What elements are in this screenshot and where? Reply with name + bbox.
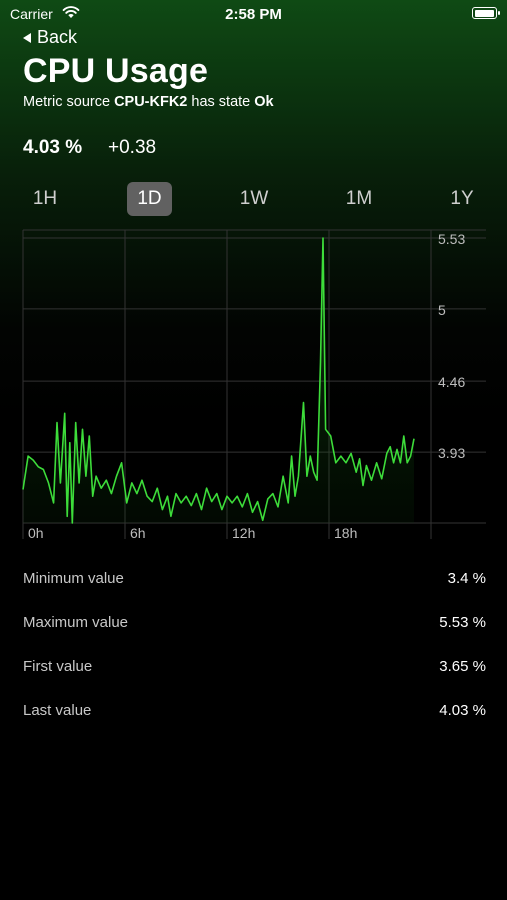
- current-value: 4.03 %: [23, 137, 83, 158]
- status-bar: Carrier 2:58 PM: [0, 0, 507, 28]
- stat-value: 5.53 %: [439, 614, 486, 631]
- stat-row-first: First value 3.65 %: [23, 650, 486, 694]
- subtitle-prefix: Metric source: [23, 94, 115, 110]
- battery-nub: [498, 11, 500, 15]
- stat-label: Last value: [23, 702, 92, 719]
- back-label: Back: [37, 27, 78, 47]
- stat-row-last: Last value 4.03 %: [23, 694, 486, 738]
- x-tick-label: 18h: [334, 525, 357, 541]
- stat-value: 3.4 %: [447, 570, 486, 587]
- stat-label: Maximum value: [23, 614, 129, 631]
- cpu-chart: 5.53 5 4.46 3.93 0h 6h 12h 18h: [22, 229, 486, 541]
- subtitle-middle: has state: [187, 94, 255, 110]
- stat-label: First value: [23, 658, 93, 675]
- back-arrow-icon: [23, 32, 31, 43]
- y-tick-label: 5: [438, 302, 446, 318]
- stat-value: 4.03 %: [439, 702, 486, 719]
- x-tick-label: 6h: [130, 525, 146, 541]
- y-tick-label: 4.46: [438, 374, 465, 390]
- range-1y[interactable]: 1Y: [440, 182, 484, 216]
- range-selector: 1H 1D 1W 1M 1Y: [0, 182, 507, 218]
- stat-value: 3.65 %: [439, 658, 486, 675]
- battery-fill: [474, 9, 494, 17]
- stat-label: Minimum value: [23, 570, 124, 587]
- range-1h[interactable]: 1H: [24, 182, 66, 216]
- stat-row-maximum: Maximum value 5.53 %: [23, 606, 486, 650]
- stat-row-minimum: Minimum value 3.4 %: [23, 562, 486, 606]
- x-tick-label: 12h: [232, 525, 255, 541]
- chart-area-fill: [23, 238, 414, 523]
- metric-state: Ok: [254, 94, 274, 110]
- y-tick-label: 3.93: [438, 445, 465, 461]
- page-title: CPU Usage: [23, 52, 209, 90]
- metric-source: CPU-KFK2: [114, 94, 188, 110]
- x-tick-label: 0h: [28, 525, 44, 541]
- back-button[interactable]: Back: [23, 27, 77, 48]
- delta-value: +0.38: [108, 137, 157, 158]
- range-1w[interactable]: 1W: [232, 182, 276, 216]
- page-subtitle: Metric source CPU-KFK2 has state Ok: [23, 94, 274, 110]
- stats-list: Minimum value 3.4 % Maximum value 5.53 %…: [23, 562, 486, 738]
- y-tick-label: 5.53: [438, 231, 465, 247]
- range-1m[interactable]: 1M: [337, 182, 381, 216]
- range-1d[interactable]: 1D: [127, 182, 172, 216]
- battery-icon: [472, 7, 500, 19]
- status-time: 2:58 PM: [225, 6, 282, 23]
